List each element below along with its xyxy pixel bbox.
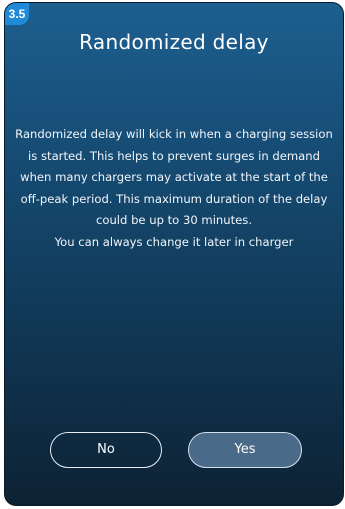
yes-button[interactable]: Yes (188, 432, 302, 468)
dialog-note: You can always change it later in charge… (54, 234, 294, 249)
step-badge: 3.5 (5, 3, 29, 25)
dialog-screen: 3.5 (4, 2, 344, 506)
no-button[interactable]: No (50, 432, 162, 468)
dialog-body: Randomized delay will kick in when a cha… (14, 124, 334, 253)
dialog-description: Randomized delay will kick in when a cha… (15, 127, 333, 227)
dialog-title: Randomized delay (79, 30, 269, 54)
